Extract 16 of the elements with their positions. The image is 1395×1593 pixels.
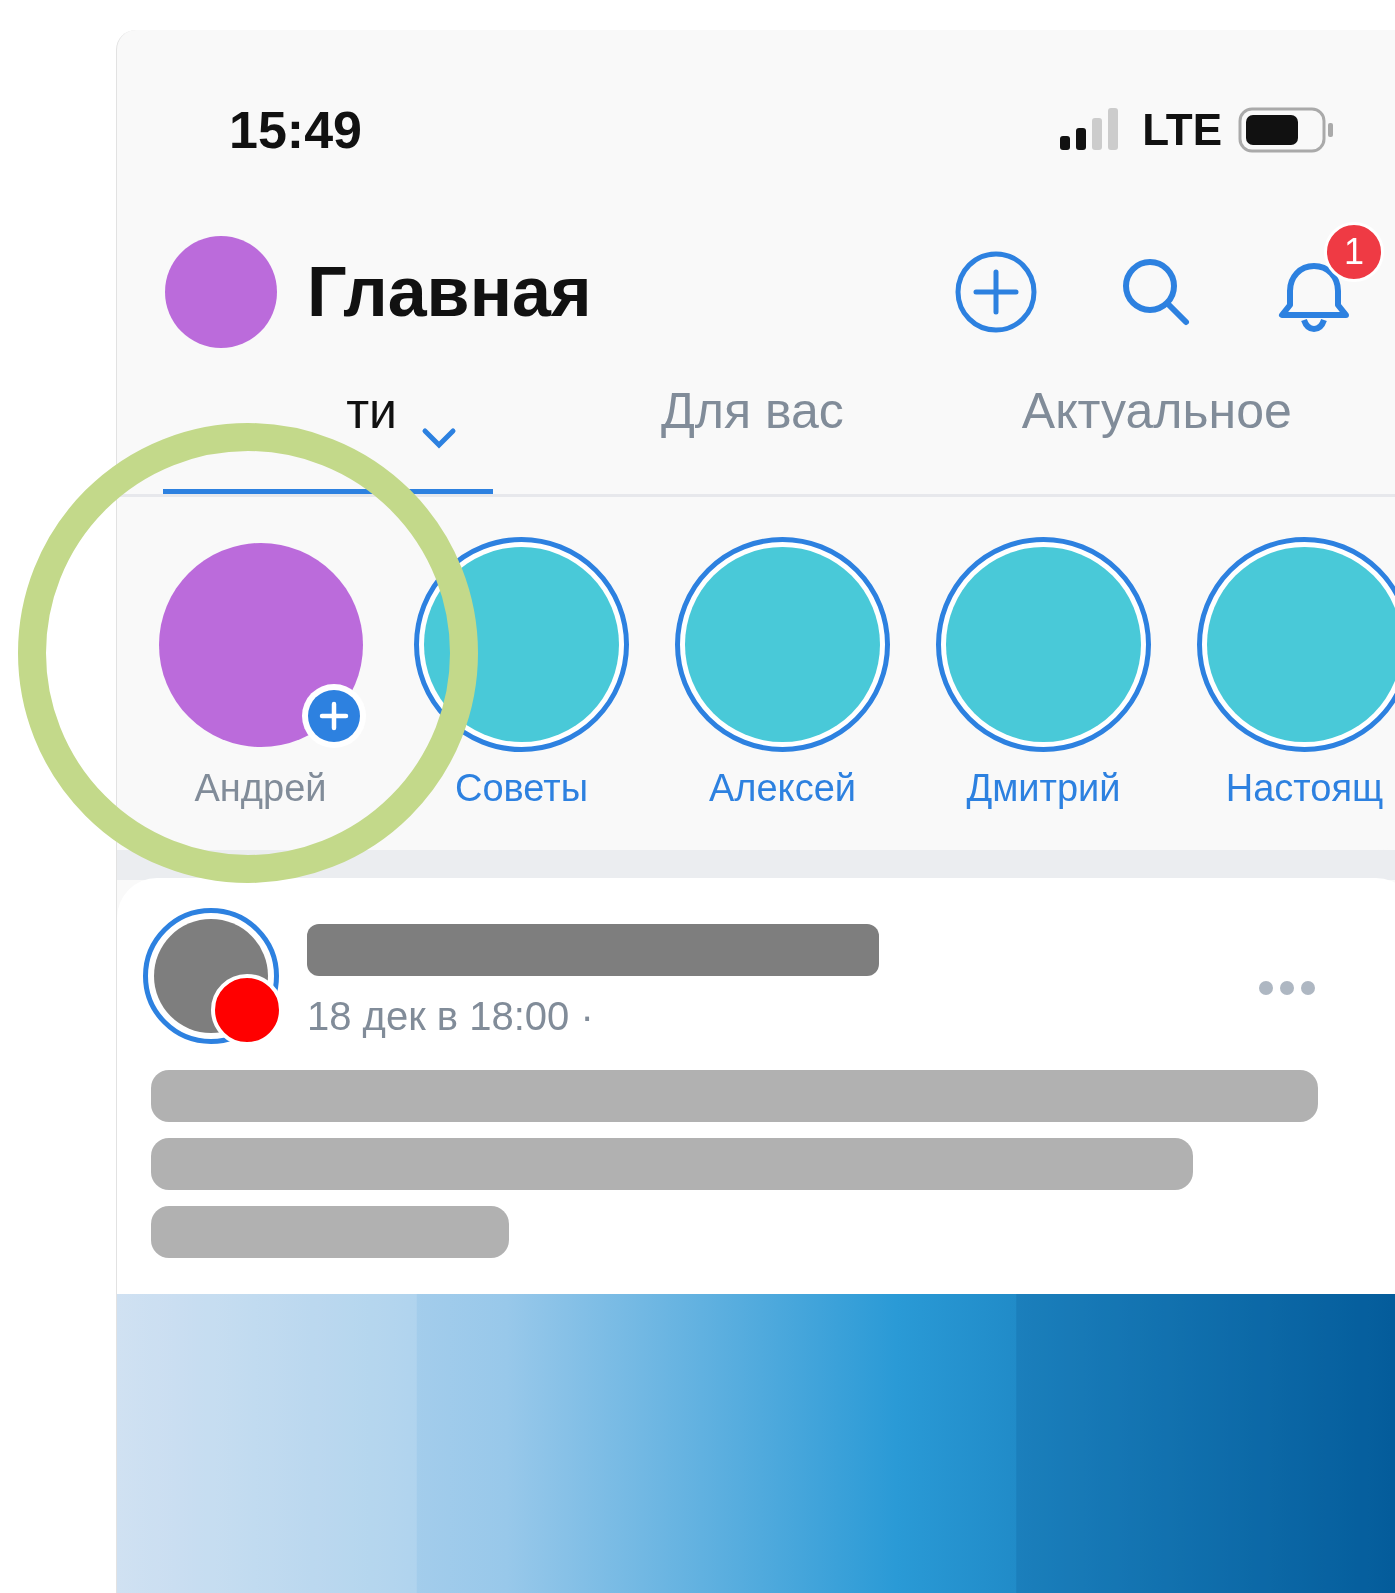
- add-icon[interactable]: [954, 250, 1038, 334]
- feed-tab[interactable]: Для вас: [661, 354, 844, 494]
- post-date: 18 дек в 18:00 ·: [307, 993, 595, 1040]
- story-name: Дмитрий: [966, 766, 1121, 811]
- battery-icon: [1238, 107, 1336, 153]
- story-name: Алексей: [708, 766, 857, 811]
- story-name: Советы: [455, 766, 588, 811]
- status-time: 15:49: [229, 100, 362, 161]
- more-icon[interactable]: [1258, 980, 1316, 996]
- feed-tab[interactable]: Актуальное: [1021, 354, 1292, 494]
- story-name: Андрей: [194, 766, 327, 811]
- story-name: Настоящ: [1225, 766, 1384, 811]
- search-icon[interactable]: [1120, 256, 1192, 328]
- notification-badge: 1: [1324, 222, 1384, 282]
- network-label: LTE: [1142, 104, 1222, 156]
- page-title: Главная: [307, 251, 592, 333]
